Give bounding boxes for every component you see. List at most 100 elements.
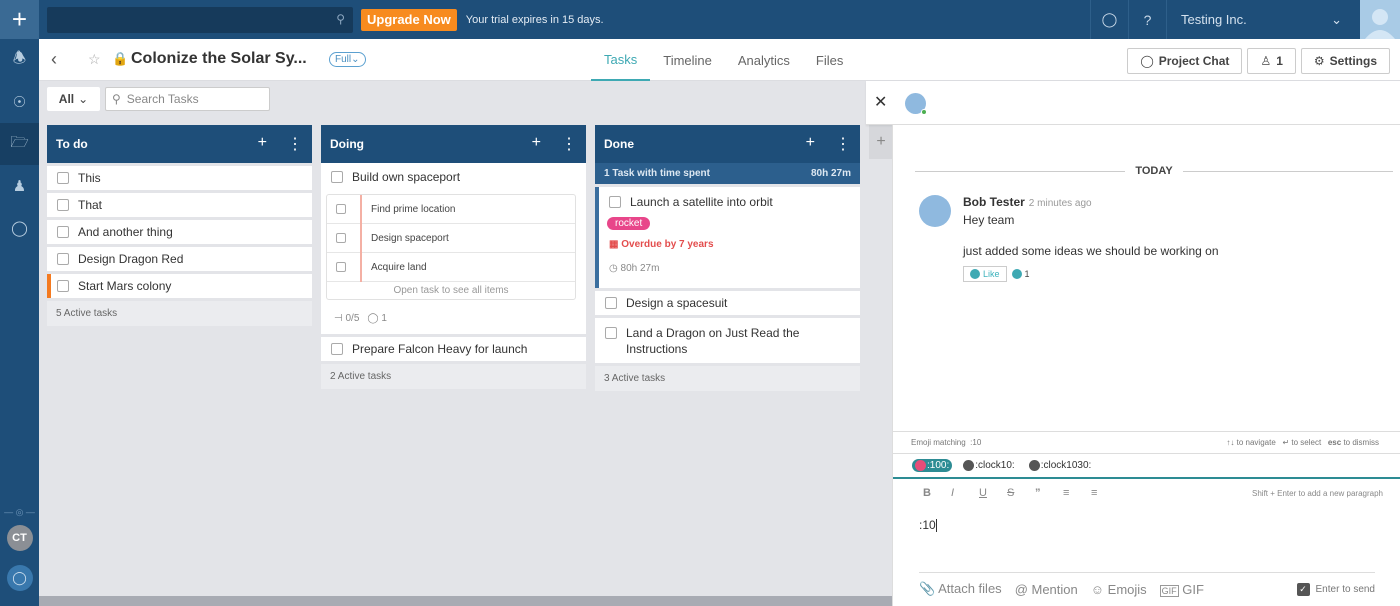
add-task-icon[interactable]: +: [258, 134, 267, 154]
task-title: And another thing: [78, 225, 173, 239]
org-switcher[interactable]: Testing Inc. ⌄: [1166, 0, 1360, 39]
enter-to-send-toggle[interactable]: ✓ Enter to send: [1296, 582, 1375, 596]
task-checkbox[interactable]: [331, 343, 343, 355]
access-level-dropdown[interactable]: Full⌄: [329, 52, 366, 67]
bold-button[interactable]: B: [923, 487, 951, 499]
emoji-option[interactable]: :clock10:: [960, 459, 1017, 472]
upgrade-now-button[interactable]: Upgrade Now: [361, 8, 457, 31]
quote-button[interactable]: ”: [1035, 487, 1063, 499]
task-card[interactable]: Build own spaceport Find prime location …: [321, 163, 586, 334]
task-checkbox[interactable]: [57, 253, 69, 265]
message-input[interactable]: :10: [919, 518, 937, 533]
settings-label: Settings: [1329, 54, 1377, 68]
project-chat-button[interactable]: ◯ Project Chat: [1127, 48, 1243, 74]
subtask-checkbox[interactable]: [336, 233, 346, 243]
attach-label: Attach files: [938, 581, 1002, 596]
task-card[interactable]: And another thing: [47, 220, 312, 244]
emoji-option[interactable]: :clock1030:: [1026, 459, 1095, 472]
task-checkbox[interactable]: [331, 171, 343, 183]
task-checkbox[interactable]: [609, 196, 621, 208]
task-search-input[interactable]: ⚲ Search Tasks: [105, 87, 270, 111]
italic-button[interactable]: I: [951, 487, 979, 499]
task-card[interactable]: Design a spacesuit: [595, 291, 860, 315]
subtask-item[interactable]: Design spaceport: [327, 223, 575, 253]
task-filter-dropdown[interactable]: All ⌄: [47, 87, 100, 111]
time-spent: ◷ 80h 27m: [609, 263, 850, 288]
subtask-title: Acquire land: [371, 261, 427, 273]
add-task-icon[interactable]: +: [532, 134, 541, 154]
task-checkbox[interactable]: [605, 327, 617, 339]
checkbox-checked-icon[interactable]: ✓: [1296, 582, 1310, 596]
bullet-list-button[interactable]: ≡: [1063, 487, 1091, 499]
subtask-item[interactable]: Acquire land: [327, 252, 575, 282]
user-avatar[interactable]: [1360, 0, 1400, 39]
sidebar-item-chat[interactable]: ◯: [0, 207, 39, 249]
add-column-button[interactable]: +: [869, 125, 893, 159]
subtask-checkbox[interactable]: [336, 204, 346, 214]
global-search-input[interactable]: ⚲: [47, 6, 353, 33]
emojis-button[interactable]: ☺ Emojis: [1091, 582, 1147, 597]
tab-tasks[interactable]: Tasks: [591, 39, 651, 81]
task-card[interactable]: Prepare Falcon Heavy for launch: [321, 337, 586, 361]
like-count[interactable]: 1: [1011, 269, 1030, 279]
overdue-text: Overdue by 7 years: [621, 239, 714, 250]
left-sidebar: 🕭 ☉ 🗁 ♟ ◯ — ◎ — CT ◯: [0, 39, 39, 606]
chat-message: Bob Tester 2 minutes ago Hey team just ad…: [919, 195, 1219, 282]
task-checkbox[interactable]: [57, 280, 69, 292]
gif-button[interactable]: GIF GIF: [1159, 582, 1204, 597]
subtask-title: Design spaceport: [371, 232, 449, 244]
new-chat-button[interactable]: ◯: [6, 565, 33, 591]
create-new-button[interactable]: +: [0, 0, 39, 39]
more-options-icon[interactable]: ⋮: [287, 134, 303, 154]
online-status-indicator: [921, 109, 927, 115]
more-options-icon[interactable]: ⋮: [835, 134, 851, 154]
sidebar-item-projects[interactable]: 🗁: [0, 123, 39, 165]
user-initials-avatar[interactable]: CT: [6, 525, 33, 551]
chat-icon: ◯: [11, 220, 28, 237]
star-icon[interactable]: ☆: [88, 51, 101, 68]
members-button[interactable]: ♙ 1: [1247, 48, 1296, 74]
more-options-icon[interactable]: ⋮: [561, 134, 577, 154]
subtask-checkbox[interactable]: [336, 262, 346, 272]
sidebar-item-notifications[interactable]: 🕭: [0, 39, 39, 81]
task-card[interactable]: Design Dragon Red: [47, 247, 312, 271]
task-checkbox[interactable]: [57, 199, 69, 211]
like-button[interactable]: Like: [963, 266, 1007, 282]
attach-files-button[interactable]: 📎 Attach files: [919, 581, 1002, 597]
numbered-list-button[interactable]: ≡: [1091, 487, 1119, 499]
strikethrough-button[interactable]: S: [1007, 487, 1035, 499]
sidebar-item-explore[interactable]: ☉: [0, 81, 39, 123]
task-card[interactable]: Land a Dragon on Just Read the Instructi…: [595, 318, 860, 363]
help-icon[interactable]: ?: [1128, 0, 1166, 39]
close-icon[interactable]: ✕: [874, 92, 887, 112]
participant-avatar[interactable]: [905, 93, 927, 115]
tab-files[interactable]: Files: [803, 39, 856, 81]
chat-icon[interactable]: ◯: [1090, 0, 1128, 39]
search-icon: ⚲: [336, 11, 345, 26]
add-task-icon[interactable]: +: [806, 134, 815, 154]
task-card[interactable]: That: [47, 193, 312, 217]
settings-button[interactable]: ⚙ Settings: [1300, 48, 1390, 74]
subtask-item[interactable]: Find prime location: [327, 194, 575, 224]
emoji-option[interactable]: :100:: [912, 459, 953, 472]
sidebar-item-team[interactable]: ♟: [0, 165, 39, 207]
task-title: Build own spaceport: [352, 170, 461, 184]
task-checkbox[interactable]: [605, 297, 617, 309]
author-avatar[interactable]: [919, 195, 951, 227]
horizontal-scrollbar[interactable]: [39, 596, 892, 606]
task-card[interactable]: Start Mars colony: [47, 274, 312, 298]
mention-button[interactable]: @ Mention: [1015, 582, 1078, 597]
back-icon[interactable]: ‹: [51, 49, 57, 70]
underline-button[interactable]: U: [979, 487, 1007, 499]
task-checkbox[interactable]: [57, 226, 69, 238]
message-author[interactable]: Bob Tester: [963, 195, 1025, 209]
alarm-clock-icon: ◷: [609, 263, 618, 274]
task-card[interactable]: This: [47, 166, 312, 190]
task-checkbox[interactable]: [57, 172, 69, 184]
task-card[interactable]: Launch a satellite into orbit rocket ▦ O…: [595, 187, 860, 288]
open-task-link[interactable]: Open task to see all items: [327, 282, 575, 299]
tab-timeline[interactable]: Timeline: [650, 39, 725, 81]
task-tag[interactable]: rocket: [607, 217, 651, 230]
tab-analytics[interactable]: Analytics: [725, 39, 803, 81]
project-title[interactable]: Colonize the Solar Sy...: [131, 50, 307, 68]
